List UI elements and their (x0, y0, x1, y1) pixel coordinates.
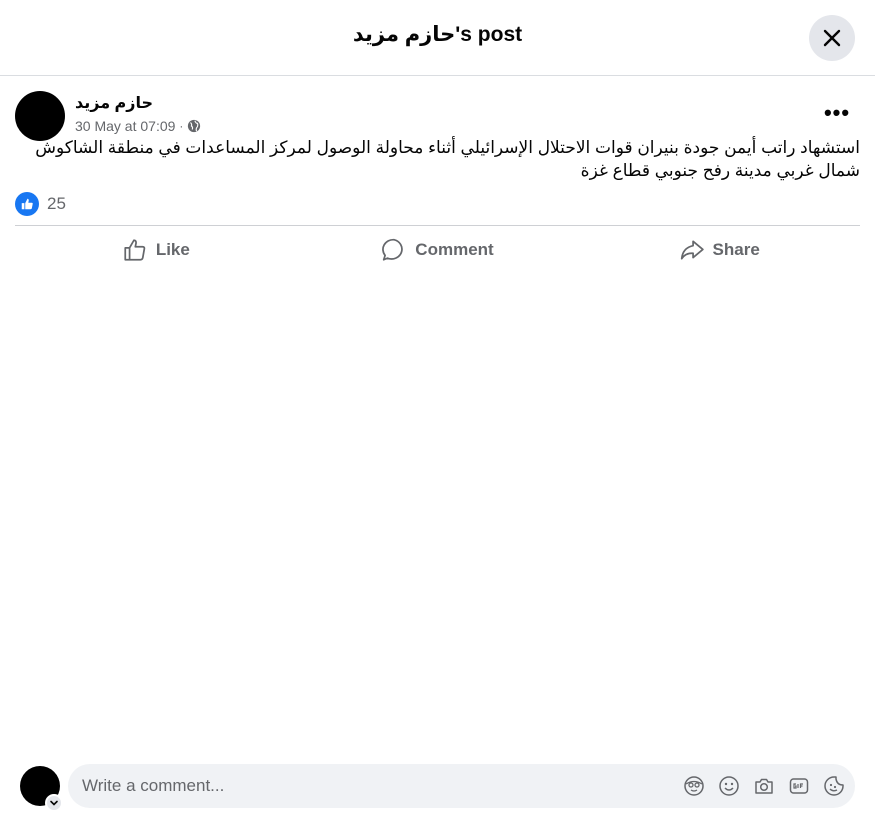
close-button[interactable] (809, 15, 855, 61)
meta-separator: · (179, 119, 184, 133)
reaction-count: 25 (47, 194, 66, 213)
share-button[interactable]: Share (578, 230, 860, 270)
dialog-header: حازم مزيد's post (0, 0, 875, 76)
sticker-icon[interactable] (823, 775, 845, 797)
thumbs-up-icon (124, 239, 146, 261)
post-actions: Like Comment Share (15, 230, 860, 270)
reactions-summary[interactable]: 25 (15, 192, 66, 216)
divider (15, 225, 860, 226)
close-icon (823, 29, 841, 47)
post-date[interactable]: 30 May at 07:09 (75, 118, 175, 134)
like-label: Like (155, 240, 190, 259)
like-button[interactable]: Like (15, 230, 297, 270)
more-icon: ••• (823, 100, 851, 125)
chevron-down-icon[interactable] (45, 794, 63, 812)
comment-composer (20, 764, 855, 812)
globe-icon (188, 119, 201, 133)
thumbs-up-icon (15, 192, 39, 216)
more-options-button[interactable]: ••• (819, 100, 855, 125)
camera-icon[interactable] (753, 775, 775, 797)
author-avatar[interactable] (15, 91, 65, 141)
comment-label: Comment (415, 240, 494, 259)
share-arrow-icon (680, 240, 704, 260)
post-text: استشهاد راتب أيمن جودة بنيران قوات الاحت… (35, 138, 860, 180)
share-label: Share (712, 240, 760, 259)
comment-input-box[interactable] (68, 764, 855, 808)
comment-bubble-icon (382, 238, 404, 261)
dialog-title: حازم مزيد's post (352, 23, 523, 46)
composer-icons (683, 775, 855, 797)
comment-button[interactable]: Comment (297, 230, 579, 270)
avatar-icon[interactable] (683, 775, 705, 797)
author-name[interactable]: حازم مزيد (75, 93, 153, 113)
gif-icon[interactable] (788, 775, 810, 797)
post-meta: 30 May at 07:09 · (75, 118, 201, 134)
emoji-icon[interactable] (718, 775, 740, 797)
comment-input[interactable] (82, 776, 683, 796)
